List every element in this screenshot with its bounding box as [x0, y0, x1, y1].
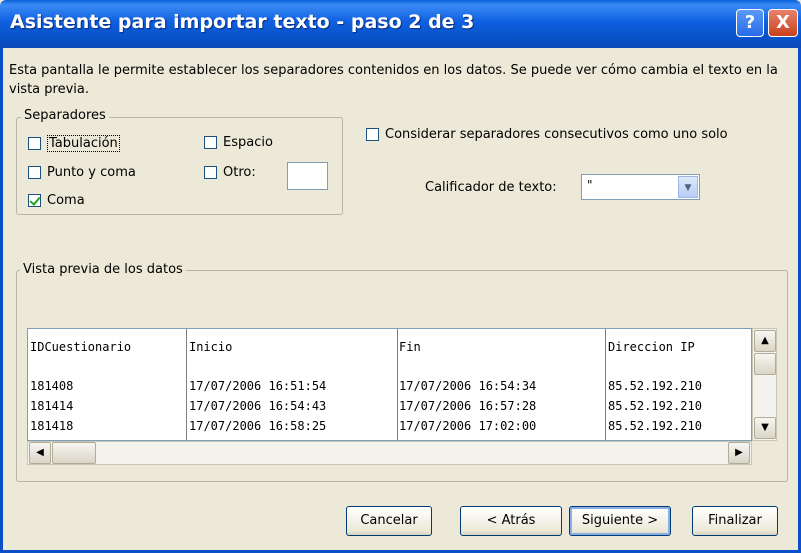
vertical-scrollbar[interactable]: ▲ ▼ — [752, 328, 777, 441]
column-header: Direccion IP — [608, 340, 695, 354]
scroll-left-icon[interactable]: ◀ — [29, 442, 51, 464]
other-separator-checkbox[interactable]: Otro: — [204, 165, 256, 180]
text-qualifier-value: " — [587, 178, 593, 192]
cell: 17/07/2006 16:54:34 — [399, 379, 537, 393]
other-separator-input[interactable] — [287, 162, 328, 190]
help-button[interactable]: ? — [736, 9, 764, 37]
next-button[interactable]: Siguiente > — [569, 506, 671, 536]
tab-separator-box[interactable] — [28, 137, 41, 150]
scroll-down-icon[interactable]: ▼ — [754, 417, 776, 439]
scroll-up-icon[interactable]: ▲ — [754, 330, 776, 352]
title-bar[interactable]: Asistente para importar texto - paso 2 d… — [0, 0, 801, 48]
consecutive-separators-label: Considerar separadores consecutivos como… — [385, 127, 728, 142]
text-qualifier-label: Calificador de texto: — [425, 180, 557, 195]
space-separator-checkbox[interactable]: Espacio — [204, 135, 273, 150]
description-text: Esta pantalla le permite establecer los … — [9, 63, 778, 97]
cell: 17/07/2006 16:51:54 — [189, 379, 327, 393]
comma-separator-label: Coma — [47, 193, 85, 208]
close-button[interactable]: X — [768, 9, 798, 37]
cell: 17/07/2006 16:58:25 — [189, 419, 327, 433]
scroll-right-icon[interactable]: ▶ — [728, 442, 750, 464]
consecutive-separators-checkbox[interactable]: Considerar separadores consecutivos como… — [366, 127, 728, 142]
cell: 181418 — [30, 419, 74, 433]
horizontal-scrollbar[interactable]: ◀ ▶ — [27, 441, 752, 465]
semicolon-separator-box[interactable] — [28, 166, 41, 179]
comma-separator-checkbox[interactable]: Coma — [28, 193, 85, 208]
tab-separator-label: Tabulación — [47, 135, 120, 152]
consecutive-separators-box[interactable] — [366, 128, 379, 141]
column-header: IDCuestionario — [30, 340, 132, 354]
vertical-scroll-thumb[interactable] — [754, 353, 776, 375]
back-button[interactable]: < Atrás — [460, 506, 562, 536]
cell: 85.52.192.210 — [608, 399, 702, 413]
other-separator-label: Otro: — [223, 165, 256, 180]
chevron-down-icon[interactable]: ▼ — [678, 176, 698, 198]
column-header: Fin — [399, 340, 421, 354]
cell: 17/07/2006 16:54:43 — [189, 399, 327, 413]
tab-separator-checkbox[interactable]: Tabulación — [28, 135, 120, 152]
comma-separator-box[interactable] — [28, 194, 41, 207]
semicolon-separator-checkbox[interactable]: Punto y coma — [28, 165, 136, 180]
window-title: Asistente para importar texto - paso 2 d… — [10, 11, 475, 33]
cell: 181408 — [30, 379, 74, 393]
data-preview[interactable]: IDCuestionario Inicio Fin Direccion IP 1… — [27, 328, 752, 441]
horizontal-scroll-thumb[interactable] — [52, 442, 96, 464]
cancel-button[interactable]: Cancelar — [346, 506, 432, 536]
cell: 85.52.192.210 — [608, 419, 702, 433]
text-qualifier-select[interactable]: " ▼ — [581, 174, 700, 200]
cell: 17/07/2006 16:57:28 — [399, 399, 537, 413]
cell: 17/07/2006 17:02:00 — [399, 419, 537, 433]
separators-group-label: Separadores — [21, 108, 109, 123]
finish-button[interactable]: Finalizar — [692, 506, 778, 536]
cell: 85.52.192.210 — [608, 379, 702, 393]
column-header: Inicio — [189, 340, 233, 354]
semicolon-separator-label: Punto y coma — [47, 165, 136, 180]
preview-group-label: Vista previa de los datos — [20, 262, 186, 277]
cell: 181414 — [30, 399, 74, 413]
other-separator-box[interactable] — [204, 166, 217, 179]
space-separator-box[interactable] — [204, 136, 217, 149]
space-separator-label: Espacio — [223, 135, 273, 150]
